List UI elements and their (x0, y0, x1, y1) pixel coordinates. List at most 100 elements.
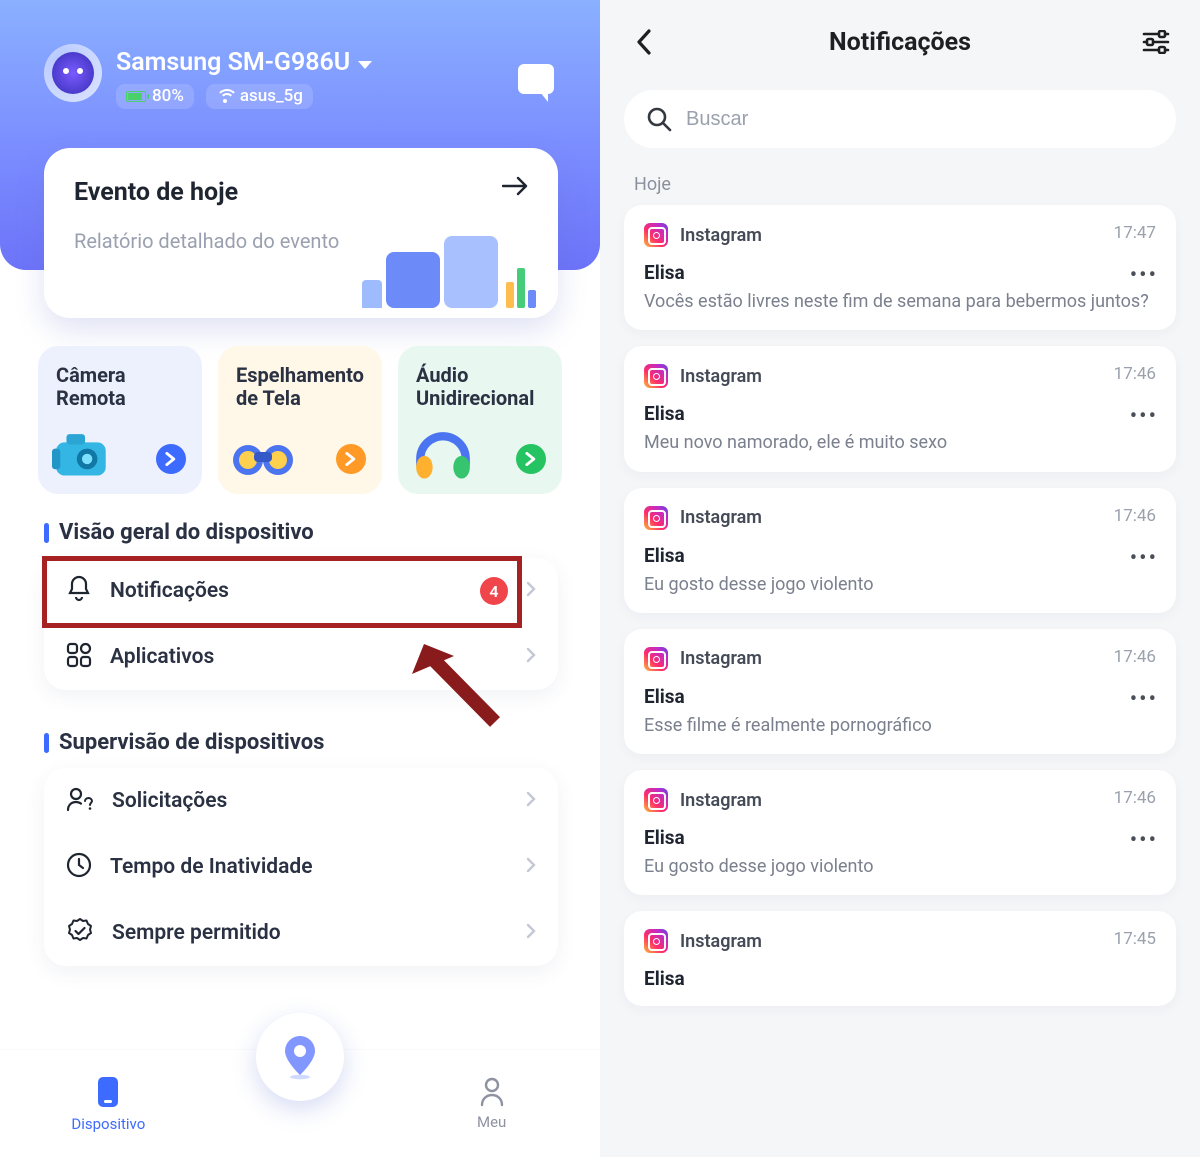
section-supervision-header: Supervisão de dispositivos (44, 730, 324, 755)
event-title: Evento de hoje (74, 178, 528, 207)
notif-sender: Elisa (644, 826, 1156, 849)
notification-item[interactable]: Instagram 17:46 Elisa Eu gosto desse jog… (624, 770, 1176, 895)
notif-body: Esse filme é realmente pornográfico (644, 714, 1156, 738)
notification-item[interactable]: Instagram 17:46 Elisa Esse filme é realm… (624, 629, 1176, 754)
notif-body: Eu gosto desse jogo violento (644, 855, 1156, 879)
tab-me[interactable]: Meu (422, 1077, 562, 1131)
headphones-icon (412, 430, 474, 480)
instagram-icon (644, 788, 668, 812)
notifications-screen: Notificações Hoje Instagram 17:47 Elisa … (600, 0, 1200, 1157)
notif-app: Instagram (680, 648, 762, 669)
more-icon[interactable]: ••• (1130, 687, 1158, 712)
binoculars-icon (232, 430, 294, 480)
row-requests[interactable]: Solicitações (44, 768, 558, 834)
person-icon (479, 1077, 505, 1107)
notification-item[interactable]: Instagram 17:46 Elisa Meu novo namorado,… (624, 346, 1176, 471)
tile-remote-camera[interactable]: Câmera Remota (38, 346, 202, 494)
device-status: 80% asus_5g (116, 84, 313, 109)
more-icon[interactable]: ••• (1130, 828, 1158, 853)
device-icon (95, 1075, 121, 1109)
notif-sender: Elisa (644, 685, 1156, 708)
bell-icon (66, 575, 92, 607)
event-card[interactable]: Evento de hoje Relatório detalhado do ev… (44, 148, 558, 318)
notification-item[interactable]: Instagram 17:47 Elisa Vocês estão livres… (624, 205, 1176, 330)
more-icon[interactable]: ••• (1130, 404, 1158, 429)
notif-body: Meu novo namorado, ele é muito sexo (644, 431, 1156, 455)
requests-icon (66, 786, 94, 816)
tab-device[interactable]: Dispositivo (38, 1075, 178, 1133)
row-always-allowed[interactable]: Sempre permitido (44, 900, 558, 966)
notif-time: 17:46 (1114, 788, 1156, 808)
instagram-icon (644, 364, 668, 388)
day-label: Hoje (634, 174, 1200, 195)
chevron-right-icon (526, 857, 536, 877)
notification-badge: 4 (480, 577, 508, 605)
notif-time: 17:47 (1114, 223, 1156, 243)
notif-time: 17:45 (1114, 929, 1156, 949)
chevron-right-icon (526, 923, 536, 943)
chevron-right-icon (526, 791, 536, 811)
instagram-icon (644, 506, 668, 530)
notif-app: Instagram (680, 790, 762, 811)
notif-app: Instagram (680, 225, 762, 246)
badge-check-icon (66, 917, 94, 949)
event-illustration (362, 236, 536, 308)
notif-sender: Elisa (644, 261, 1156, 284)
notif-body: Vocês estão livres neste fim de semana p… (644, 290, 1156, 314)
more-icon[interactable]: ••• (1130, 263, 1158, 288)
notif-body: Eu gosto desse jogo violento (644, 573, 1156, 597)
avatar[interactable] (44, 44, 102, 102)
more-icon[interactable]: ••• (1130, 546, 1158, 571)
battery-icon (126, 91, 146, 102)
notification-item[interactable]: Instagram 17:46 Elisa Eu gosto desse jog… (624, 488, 1176, 613)
supervision-panel: Solicitações Tempo de Inatividade Sempre… (44, 768, 558, 966)
apps-icon (66, 642, 92, 672)
feature-tiles: Câmera Remota Espelhamento de Tela Áudio… (38, 346, 562, 494)
search-icon (646, 106, 672, 132)
row-notifications[interactable]: Notificações 4 (44, 558, 558, 624)
notif-time: 17:46 (1114, 647, 1156, 667)
tile-screen-mirror[interactable]: Espelhamento de Tela (218, 346, 382, 494)
device-name-label: Samsung SM-G986U (116, 48, 350, 77)
row-downtime[interactable]: Tempo de Inatividade (44, 834, 558, 900)
row-apps[interactable]: Aplicativos (44, 624, 558, 690)
filter-button[interactable] (1138, 24, 1174, 60)
chevron-down-icon (358, 61, 372, 69)
sliders-icon (1142, 30, 1170, 54)
arrow-right-icon (502, 176, 528, 200)
chevron-right-icon (526, 647, 536, 667)
overview-panel: Notificações 4 Aplicativos (44, 558, 558, 690)
clock-icon (66, 852, 92, 882)
notifications-header: Notificações (600, 0, 1200, 84)
chat-icon[interactable] (518, 64, 554, 94)
wifi-icon (216, 89, 234, 103)
tile-go-icon (516, 444, 546, 474)
notif-sender: Elisa (644, 967, 1156, 990)
notif-app: Instagram (680, 507, 762, 528)
notif-time: 17:46 (1114, 364, 1156, 384)
device-selector[interactable]: Samsung SM-G986U (116, 48, 372, 77)
battery-badge: 80% (116, 84, 194, 109)
tile-go-icon (156, 444, 186, 474)
notification-item[interactable]: Instagram 17:45 Elisa (624, 911, 1176, 1006)
notif-sender: Elisa (644, 402, 1156, 425)
chevron-right-icon (526, 581, 536, 601)
search-input[interactable] (686, 108, 1154, 131)
tile-go-icon (336, 444, 366, 474)
instagram-icon (644, 929, 668, 953)
notification-list: Instagram 17:47 Elisa Vocês estão livres… (600, 205, 1200, 1006)
camera-icon (52, 430, 114, 480)
section-overview-header: Visão geral do dispositivo (44, 520, 314, 545)
notif-sender: Elisa (644, 544, 1156, 567)
notif-app: Instagram (680, 366, 762, 387)
back-button[interactable] (626, 24, 662, 60)
location-fab[interactable] (256, 1013, 344, 1101)
dashboard-screen: Samsung SM-G986U 80% asus_5g Evento de h… (0, 0, 600, 1157)
instagram-icon (644, 223, 668, 247)
location-pin-icon (280, 1034, 320, 1080)
wifi-badge: asus_5g (206, 84, 313, 109)
tile-one-way-audio[interactable]: Áudio Unidirecional (398, 346, 562, 494)
search-bar[interactable] (624, 90, 1176, 148)
notif-app: Instagram (680, 931, 762, 952)
page-title: Notificações (829, 28, 971, 57)
